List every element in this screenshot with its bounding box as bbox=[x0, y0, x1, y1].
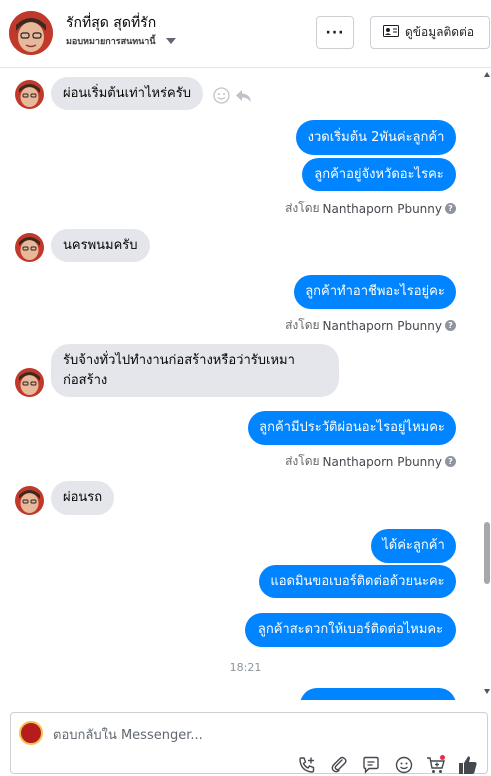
outgoing-message-partial[interactable] bbox=[300, 688, 456, 700]
incoming-message[interactable]: รับจ้างทั่วไปทำงานก่อสร้างหรือว่ารับเหมา… bbox=[51, 344, 339, 397]
scroll-up-arrow-icon[interactable] bbox=[484, 72, 490, 77]
incoming-message[interactable]: นครพนมครับ bbox=[51, 229, 150, 262]
emoji-icon[interactable] bbox=[394, 755, 414, 775]
cart-icon[interactable] bbox=[426, 755, 446, 775]
contact-name[interactable]: รักที่สุด สุดที่รัก bbox=[66, 12, 156, 34]
sent-by-label: ส่งโดย Nanthaporn Pbunny ? bbox=[285, 452, 456, 471]
contact-avatar-small[interactable] bbox=[15, 233, 44, 262]
outgoing-message[interactable]: ลูกค้าอยู่จังหวัดอะไรคะ bbox=[302, 158, 456, 191]
incoming-message[interactable]: ผ่อนเริ่มต้นเท่าไหร่ครับ bbox=[51, 77, 203, 110]
sent-by-label: ส่งโดย Nanthaporn Pbunny ? bbox=[285, 199, 456, 218]
help-icon[interactable]: ? bbox=[445, 456, 456, 467]
page-avatar bbox=[19, 721, 43, 745]
message-line: รับจ้างทั่วไปทำงานก่อสร้างหรือว่ารับเหมา bbox=[63, 352, 295, 368]
outgoing-message[interactable]: ลูกค้าทำอาชีพอะไรอยู่คะ bbox=[294, 275, 456, 309]
more-button[interactable]: ··· bbox=[316, 16, 354, 49]
smile-icon[interactable] bbox=[213, 87, 230, 104]
conversation-header: รักที่สุด สุดที่รัก มอบหมายการสนทนานี้ ·… bbox=[0, 0, 491, 68]
scroll-down-arrow-icon[interactable] bbox=[484, 689, 490, 694]
assign-conversation[interactable]: มอบหมายการสนทนานี้ bbox=[66, 34, 176, 48]
contact-avatar[interactable] bbox=[9, 11, 53, 55]
message-scrollbar[interactable] bbox=[481, 68, 491, 700]
reply-composer bbox=[10, 712, 488, 774]
incoming-message[interactable]: ผ่อนรถ bbox=[51, 481, 115, 515]
saved-reply-icon[interactable] bbox=[361, 755, 381, 775]
sent-by-label: ส่งโดย Nanthaporn Pbunny ? bbox=[285, 316, 456, 335]
help-icon[interactable]: ? bbox=[445, 320, 456, 331]
outgoing-message[interactable]: ลูกค้าสะดวกให้เบอร์ติดต่อไหมคะ bbox=[245, 613, 456, 647]
attachment-icon[interactable] bbox=[329, 755, 349, 775]
message-timestamp: 18:21 bbox=[229, 661, 262, 674]
contact-card-icon bbox=[383, 25, 399, 40]
add-call-icon[interactable] bbox=[297, 755, 317, 775]
chevron-down-icon bbox=[165, 38, 176, 44]
outgoing-message[interactable]: ลูกค้ามีประวัติผ่อนอะไรอยู่ไหมคะ bbox=[248, 411, 456, 445]
reply-input[interactable] bbox=[53, 725, 353, 745]
view-contact-info-button[interactable]: ดูข้อมูลติดต่อ bbox=[370, 16, 490, 49]
like-icon[interactable] bbox=[458, 755, 478, 775]
contact-avatar-small[interactable] bbox=[15, 368, 44, 397]
message-list[interactable]: ผ่อนเริ่มต้นเท่าไหร่ครับ งวดเริ่มต้น 2พั… bbox=[0, 68, 491, 700]
contact-avatar-small[interactable] bbox=[15, 80, 44, 109]
assign-label: มอบหมายการสนทนานี้ bbox=[66, 37, 156, 47]
message-line: ก่อสร้าง bbox=[63, 372, 108, 388]
reply-icon[interactable] bbox=[235, 87, 252, 104]
outgoing-message[interactable]: แอดมินขอเบอร์ติดต่อด้วยนะคะ bbox=[259, 565, 456, 598]
scrollbar-thumb[interactable] bbox=[484, 522, 490, 584]
help-icon[interactable]: ? bbox=[445, 203, 456, 214]
contact-avatar-small[interactable] bbox=[15, 486, 44, 515]
outgoing-message[interactable]: งวดเริ่มต้น 2พันค่ะลูกค้า bbox=[296, 120, 456, 155]
outgoing-message[interactable]: ได้ค่ะลูกค้า bbox=[371, 529, 456, 563]
view-contact-info-label: ดูข้อมูลติดต่อ bbox=[405, 25, 475, 39]
